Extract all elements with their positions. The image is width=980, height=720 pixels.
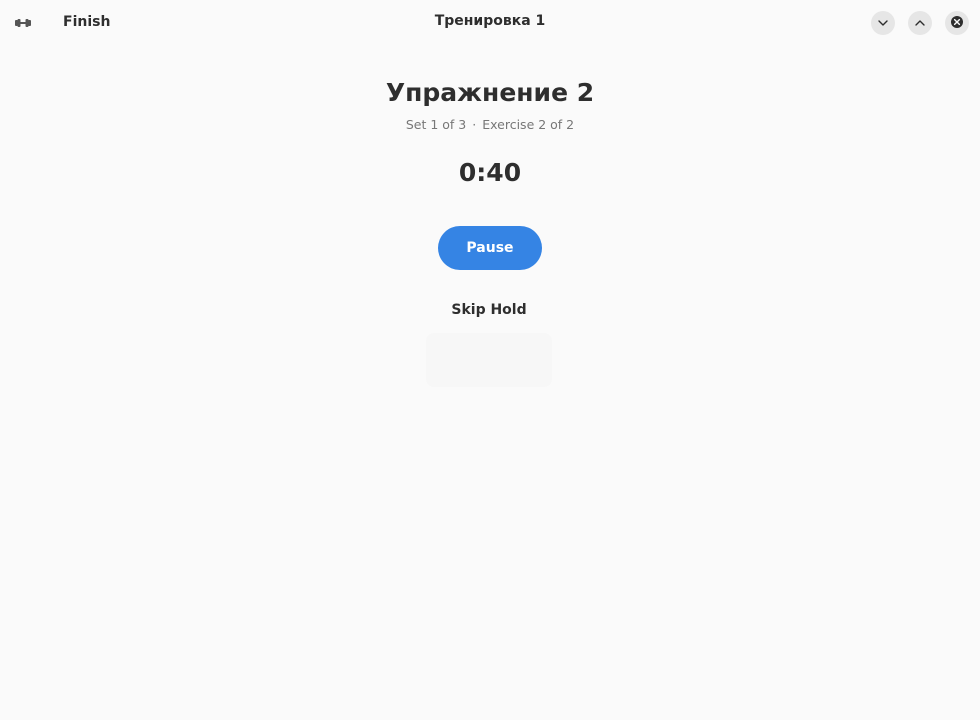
separator-dot: · — [472, 117, 477, 132]
countdown-timer: 0:40 — [458, 158, 522, 187]
workout-view: Упражнение 2 Set 1 of 3 · Exercise 2 of 2 … — [0, 46, 980, 720]
header-bar: Finish Тренировка 1 — [0, 0, 980, 46]
pause-button[interactable]: Pause — [438, 226, 542, 270]
skip-hold-button[interactable]: Skip Hold — [440, 296, 538, 324]
maximize-button[interactable] — [908, 11, 932, 35]
window-title: Тренировка 1 — [434, 13, 546, 29]
faded-placeholder — [426, 333, 552, 387]
app-window: Finish Тренировка 1 Упражнение 2 Set 1 o… — [0, 0, 980, 720]
exercise-progress: Exercise 2 of 2 — [482, 117, 575, 132]
exercise-title: Упражнение 2 — [385, 78, 595, 107]
pause-button-label: Pause — [466, 240, 514, 256]
minimize-button[interactable] — [871, 11, 895, 35]
progress-subtitle: Set 1 of 3 · Exercise 2 of 2 — [0, 117, 980, 132]
close-button[interactable] — [945, 11, 969, 35]
skip-hold-label: Skip Hold — [451, 302, 527, 318]
close-icon — [950, 14, 964, 33]
set-progress: Set 1 of 3 — [405, 117, 467, 132]
chevron-up-icon — [914, 14, 926, 33]
chevron-down-icon — [877, 14, 889, 33]
